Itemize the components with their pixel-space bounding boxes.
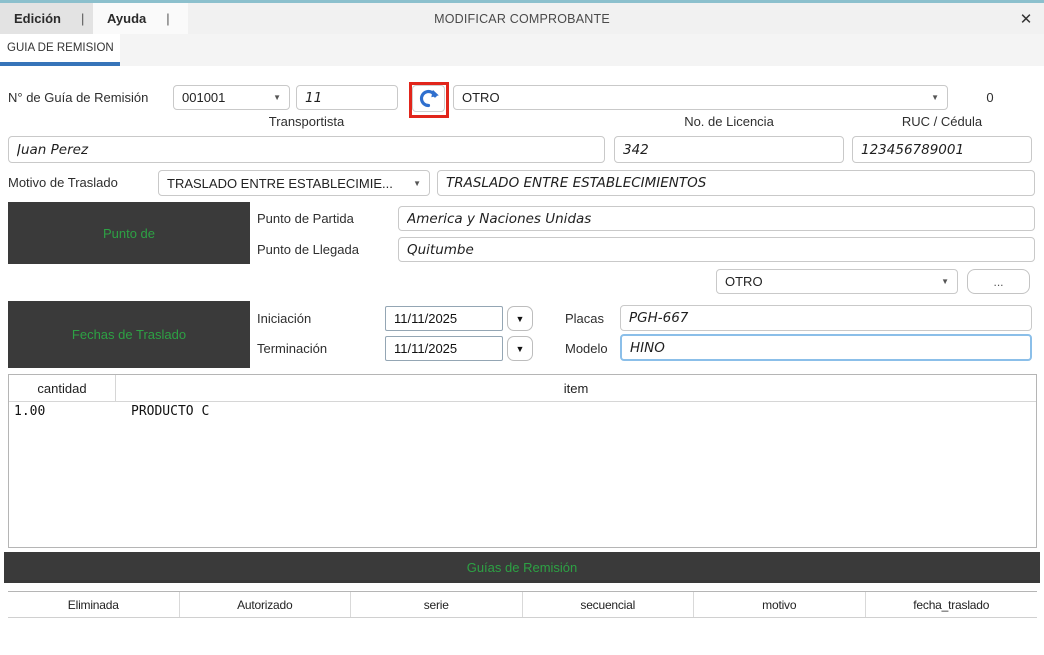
window-title: MODIFICAR COMPROBANTE — [322, 3, 722, 34]
items-header-item[interactable]: item — [116, 375, 1036, 401]
chevron-down-icon: ▼ — [273, 93, 281, 102]
menu-bar: Edición | Ayuda | MODIFICAR COMPROBANTE … — [0, 3, 1044, 34]
licencia-label: No. de Licencia — [614, 114, 844, 129]
guias-header-eliminada[interactable]: Eliminada — [8, 592, 180, 617]
chevron-down-icon: ▼ — [516, 314, 525, 324]
menu-item-ayuda[interactable]: Ayuda | — [93, 3, 188, 34]
count-value: 0 — [975, 90, 1005, 105]
refresh-highlight-box — [409, 82, 449, 118]
guias-header-fecha-traslado[interactable]: fecha_traslado — [866, 592, 1038, 617]
chevron-down-icon: ▼ — [941, 277, 949, 286]
menu-item-edicion[interactable]: Edición | — [0, 3, 93, 34]
guias-header-secuencial[interactable]: secuencial — [523, 592, 695, 617]
guide-type-value: OTRO — [462, 90, 500, 105]
llegada-label: Punto de Llegada — [257, 242, 359, 257]
vehicle-type-combobox[interactable]: OTRO ▼ — [716, 269, 958, 294]
vehicle-type-value: OTRO — [725, 274, 763, 289]
menu-label: Edición — [14, 11, 61, 26]
refresh-icon — [418, 88, 439, 109]
close-icon[interactable]: ✕ — [1016, 9, 1036, 29]
iniciacion-dropdown-button[interactable]: ▼ — [507, 306, 533, 331]
item-cantidad-cell: 1.00 — [9, 404, 116, 419]
tab-label: GUIA DE REMISION — [7, 42, 114, 54]
punto-section-title: Punto de — [103, 226, 155, 241]
item-name-cell: PRODUCTO C — [116, 404, 209, 419]
partida-label: Punto de Partida — [257, 211, 354, 226]
fechas-section-title: Fechas de Traslado — [72, 327, 186, 342]
items-table-header: cantidad item — [9, 375, 1036, 402]
llegada-input[interactable] — [398, 237, 1035, 262]
motivo-label: Motivo de Traslado — [8, 175, 118, 190]
chevron-down-icon: ▼ — [516, 344, 525, 354]
terminacion-value: 11/11/2025 — [394, 341, 457, 356]
guias-header-serie[interactable]: serie — [351, 592, 523, 617]
guias-table-header: Eliminada Autorizado serie secuencial mo… — [8, 592, 1037, 618]
ruc-input[interactable] — [852, 136, 1032, 163]
menu-separator: | — [166, 11, 169, 26]
tab-guia-de-remision[interactable]: GUIA DE REMISION — [0, 34, 120, 62]
refresh-button[interactable] — [412, 85, 445, 112]
motivo-combo-value: TRASLADO ENTRE ESTABLECIMIE... — [167, 176, 393, 191]
motivo-combobox[interactable]: TRASLADO ENTRE ESTABLECIMIE... ▼ — [158, 170, 430, 196]
licencia-input[interactable] — [614, 136, 844, 163]
more-options-button[interactable]: ... — [967, 269, 1030, 294]
guias-section-bar: Guías de Remisión — [4, 552, 1040, 583]
guias-table: Eliminada Autorizado serie secuencial mo… — [8, 591, 1037, 655]
items-table: cantidad item 1.00 PRODUCTO C — [8, 374, 1037, 548]
placas-input[interactable] — [620, 305, 1032, 331]
terminacion-dropdown-button[interactable]: ▼ — [507, 336, 533, 361]
partida-input[interactable] — [398, 206, 1035, 231]
guide-number-label: N° de Guía de Remisión — [8, 90, 148, 105]
menu-label: Ayuda — [107, 11, 146, 26]
tab-strip: GUIA DE REMISION — [0, 34, 1044, 66]
punto-section-panel: Punto de — [8, 202, 250, 264]
menu-separator: | — [81, 11, 84, 26]
transportista-input[interactable] — [8, 136, 605, 163]
modelo-input[interactable] — [620, 334, 1032, 361]
table-row[interactable]: 1.00 PRODUCTO C — [9, 401, 1036, 421]
guias-header-motivo[interactable]: motivo — [694, 592, 866, 617]
ruc-label: RUC / Cédula — [852, 114, 1032, 129]
guide-type-combobox[interactable]: OTRO ▼ — [453, 85, 948, 110]
modelo-label: Modelo — [565, 341, 608, 356]
guias-header-autorizado[interactable]: Autorizado — [180, 592, 352, 617]
guias-section-title: Guías de Remisión — [467, 560, 578, 575]
terminacion-datepicker[interactable]: 11/11/2025 — [385, 336, 503, 361]
modificar-comprobante-window: Edición | Ayuda | MODIFICAR COMPROBANTE … — [0, 0, 1044, 655]
terminacion-label: Terminación — [257, 341, 327, 356]
motivo-text-input[interactable] — [437, 170, 1035, 196]
sequence-input[interactable] — [296, 85, 398, 110]
chevron-down-icon: ▼ — [931, 93, 939, 102]
placas-label: Placas — [565, 311, 604, 326]
fechas-section-panel: Fechas de Traslado — [8, 301, 250, 368]
transportista-label: Transportista — [8, 114, 605, 129]
iniciacion-value: 11/11/2025 — [394, 311, 457, 326]
series-combobox[interactable]: 001001 ▼ — [173, 85, 290, 110]
iniciacion-label: Iniciación — [257, 311, 311, 326]
chevron-down-icon: ▼ — [413, 179, 421, 188]
items-header-cantidad[interactable]: cantidad — [9, 375, 116, 401]
series-value: 001001 — [182, 90, 225, 105]
iniciacion-datepicker[interactable]: 11/11/2025 — [385, 306, 503, 331]
